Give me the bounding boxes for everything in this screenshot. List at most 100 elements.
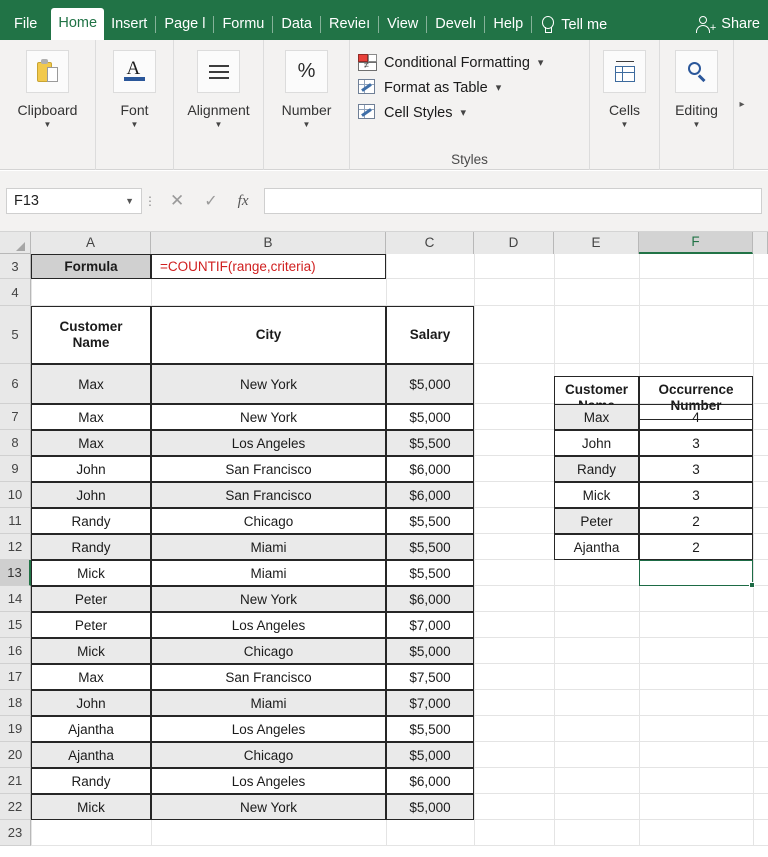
row-header-19[interactable]: 19 [0,716,31,742]
result-table-cell-name[interactable]: Ajantha [554,534,639,560]
main-table-cell-salary[interactable]: $7,500 [386,664,474,690]
alignment-button[interactable] [197,50,240,93]
format-as-table-button[interactable]: Format as Table ▾ [358,75,579,100]
cancel-icon[interactable]: ✕ [170,191,184,211]
tab-developer[interactable]: Develı [428,9,483,40]
row-header-5[interactable]: 5 [0,306,31,364]
ribbon-group-font[interactable]: A Font ▼ [96,40,174,170]
main-table-cell-name[interactable]: Mick [31,794,151,820]
tab-review[interactable]: Revieı [322,9,377,40]
result-table-cell-count[interactable]: 3 [639,456,753,482]
main-table-cell-name[interactable]: Mick [31,560,151,586]
row-header-21[interactable]: 21 [0,768,31,794]
font-dropdown-icon[interactable]: ▼ [131,121,139,129]
row-header-23[interactable]: 23 [0,820,31,846]
enter-icon[interactable]: ✓ [204,191,217,211]
result-table-cell-count[interactable]: 3 [639,482,753,508]
alignment-dropdown-icon[interactable]: ▼ [215,121,223,129]
main-table-cell-name[interactable]: John [31,482,151,508]
row-header-18[interactable]: 18 [0,690,31,716]
main-table-cell-city[interactable]: San Francisco [151,664,386,690]
row-header-10[interactable]: 10 [0,482,31,508]
result-table-cell-count[interactable]: 2 [639,534,753,560]
tab-data[interactable]: Data [274,9,319,40]
main-table-cell-name[interactable]: Mick [31,638,151,664]
row-header-22[interactable]: 22 [0,794,31,820]
row-header-14[interactable]: 14 [0,586,31,612]
result-table-cell-name[interactable]: John [554,430,639,456]
main-table-cell-name[interactable]: Randy [31,768,151,794]
main-table-cell-salary[interactable]: $6,000 [386,456,474,482]
row-header-8[interactable]: 8 [0,430,31,456]
clipboard-dropdown-icon[interactable]: ▼ [44,121,52,129]
main-table-cell-city[interactable]: New York [151,586,386,612]
tab-help[interactable]: Help [486,9,530,40]
main-table-cell-name[interactable]: Ajantha [31,716,151,742]
chevron-down-icon[interactable]: ▾ [538,56,544,69]
row-header-11[interactable]: 11 [0,508,31,534]
result-table-cell-name[interactable]: Max [554,404,639,430]
main-table-header-name[interactable]: Customer Name [31,306,151,364]
main-table-cell-salary[interactable]: $7,000 [386,612,474,638]
ribbon-overflow-icon[interactable]: ▸ [734,40,750,169]
number-button[interactable]: % [285,50,328,93]
main-table-cell-name[interactable]: Max [31,364,151,404]
main-table-cell-name[interactable]: Peter [31,612,151,638]
main-table-cell-salary[interactable]: $5,500 [386,534,474,560]
font-button[interactable]: A [113,50,156,93]
number-dropdown-icon[interactable]: ▼ [303,121,311,129]
main-table-cell-city[interactable]: Los Angeles [151,768,386,794]
select-all-corner[interactable] [0,232,31,254]
main-table-cell-name[interactable]: John [31,690,151,716]
main-table-cell-salary[interactable]: $6,000 [386,482,474,508]
result-table-cell-name[interactable]: Mick [554,482,639,508]
tab-page-layout[interactable]: Page l [157,9,212,40]
result-table-cell-name[interactable]: Peter [554,508,639,534]
row-header-3[interactable]: 3 [0,254,31,279]
tell-me-box[interactable]: Tell me [539,9,607,40]
cells-button[interactable] [603,50,646,93]
cell-formula-value[interactable]: =COUNTIF(range,criteria) [151,254,386,279]
main-table-cell-name[interactable]: Peter [31,586,151,612]
cells-dropdown-icon[interactable]: ▼ [621,121,629,129]
main-table-cell-name[interactable]: Randy [31,534,151,560]
editing-button[interactable] [675,50,718,93]
main-table-cell-salary[interactable]: $5,000 [386,794,474,820]
main-table-cell-salary[interactable]: $6,000 [386,586,474,612]
ribbon-group-clipboard[interactable]: Clipboard ▼ [0,40,96,170]
result-table-cell-name[interactable]: Randy [554,456,639,482]
main-table-cell-name[interactable]: Max [31,404,151,430]
main-table-cell-name[interactable]: Max [31,430,151,456]
name-box[interactable]: F13 ▼ [6,188,142,214]
share-button[interactable]: + Share [696,12,760,36]
main-table-cell-city[interactable]: New York [151,364,386,404]
column-header-d[interactable]: D [474,232,554,254]
insert-function-icon[interactable]: fx [238,193,249,210]
tab-home[interactable]: Home [51,8,105,40]
main-table-cell-city[interactable]: Chicago [151,742,386,768]
fill-handle[interactable] [749,582,755,588]
row-header-12[interactable]: 12 [0,534,31,560]
main-table-cell-salary[interactable]: $6,000 [386,768,474,794]
column-header-f[interactable]: F [639,232,753,254]
row-header-20[interactable]: 20 [0,742,31,768]
row-header-13[interactable]: 13 [0,560,31,586]
main-table-cell-city[interactable]: Chicago [151,508,386,534]
column-header-g[interactable] [753,232,768,254]
row-header-15[interactable]: 15 [0,612,31,638]
chevron-down-icon[interactable]: ▼ [125,196,134,206]
main-table-cell-city[interactable]: Chicago [151,638,386,664]
main-table-header-city[interactable]: City [151,306,386,364]
main-table-cell-city[interactable]: New York [151,794,386,820]
tab-view[interactable]: View [380,9,425,40]
editing-dropdown-icon[interactable]: ▼ [693,121,701,129]
main-table-cell-name[interactable]: Ajantha [31,742,151,768]
column-header-a[interactable]: A [31,232,151,254]
main-table-cell-city[interactable]: Miami [151,534,386,560]
main-table-cell-salary[interactable]: $5,000 [386,404,474,430]
formula-bar-handle[interactable]: ⋮ [142,195,158,207]
result-table-cell-count[interactable]: 4 [639,404,753,430]
main-table-cell-city[interactable]: Miami [151,560,386,586]
main-table-cell-salary[interactable]: $5,500 [386,430,474,456]
main-table-cell-city[interactable]: San Francisco [151,482,386,508]
